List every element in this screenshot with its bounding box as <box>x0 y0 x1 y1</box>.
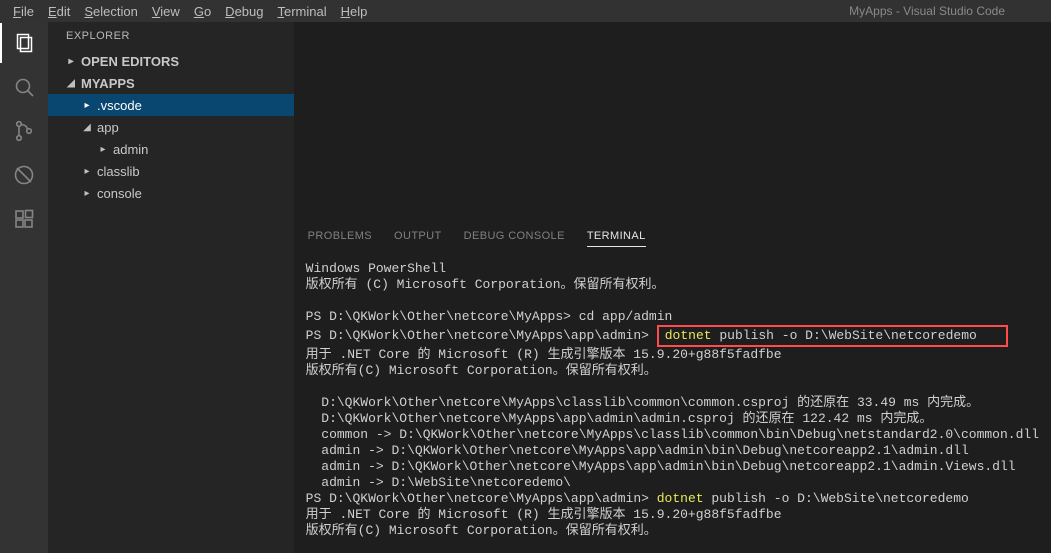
terminal-line: D:\QKWork\Other\netcore\MyApps\app\admin… <box>306 411 933 426</box>
terminal-line: 版权所有(C) Microsoft Corporation。保留所有权利。 <box>306 363 657 378</box>
panel-tab-debug-console[interactable]: DEBUG CONSOLE <box>464 230 565 247</box>
terminal-line: Windows PowerShell <box>306 261 446 276</box>
menu-terminal[interactable]: Terminal <box>270 2 333 21</box>
panel-tab-output[interactable]: OUTPUT <box>394 230 442 247</box>
tree-item-label: MYAPPS <box>81 76 135 91</box>
tree-item-label: classlib <box>97 164 140 179</box>
terminal-line: admin -> D:\QKWork\Other\netcore\MyApps\… <box>306 459 1016 474</box>
panel: PROBLEMS OUTPUT DEBUG CONSOLE TERMINAL Wind… <box>294 223 1051 553</box>
menu-selection[interactable]: Selection <box>77 2 144 21</box>
menu-file[interactable]: File <box>6 2 41 21</box>
ps-prompt: PS D:\QKWork\Other\netcore\MyApps\app\ad… <box>306 328 649 343</box>
activitybar <box>0 22 48 553</box>
sidebar-title: EXPLORER <box>48 22 294 50</box>
explorer-icon[interactable] <box>11 30 37 56</box>
ps-prompt: PS D:\QKWork\Other\netcore\MyApps\app\ad… <box>306 491 649 506</box>
terminal-line: 用于 .NET Core 的 Microsoft (R) 生成引擎版本 15.9… <box>306 347 782 362</box>
terminal-line: admin -> D:\WebSite\netcoredemo\ <box>306 475 571 490</box>
cmd-exe: dotnet <box>657 491 704 506</box>
terminal-cmd: cd app/admin <box>571 309 672 324</box>
chevron-right-icon: ▸ <box>82 166 92 177</box>
tree-item-label: app <box>97 120 119 135</box>
sidebar: EXPLORER ▸ OPEN EDITORS ◢ MYAPPS ▸ .vscode ◢ ap… <box>48 22 294 553</box>
menubar: FileEditSelectionViewGoDebugTerminalHelp <box>6 2 374 21</box>
search-icon[interactable] <box>11 74 37 100</box>
tree-item-admin[interactable]: ▸ admin <box>48 138 294 160</box>
chevron-right-icon: ▸ <box>66 56 76 67</box>
explorer-tree: ▸ OPEN EDITORS ◢ MYAPPS ▸ .vscode ◢ app ▸ admin ▸ c… <box>48 50 294 204</box>
tree-item-open editors[interactable]: ▸ OPEN EDITORS <box>48 50 294 72</box>
terminal-line: 版权所有(C) Microsoft Corporation。保留所有权利。 <box>306 523 657 538</box>
terminal-line: 版权所有 (C) Microsoft Corporation。保留所有权利。 <box>306 277 665 292</box>
panel-tab-problems[interactable]: PROBLEMS <box>308 230 372 247</box>
highlighted-command: dotnet publish -o D:\WebSite\netcoredemo <box>657 325 1008 347</box>
editor-empty <box>294 22 1051 223</box>
menu-debug[interactable]: Debug <box>218 2 270 21</box>
terminal-line: 用于 .NET Core 的 Microsoft (R) 生成引擎版本 15.9… <box>306 507 782 522</box>
chevron-right-icon: ▸ <box>82 188 92 199</box>
tree-item-label: OPEN EDITORS <box>81 54 179 69</box>
terminal-line: admin -> D:\QKWork\Other\netcore\MyApps\… <box>306 443 969 458</box>
menu-go[interactable]: Go <box>187 2 218 21</box>
scm-icon[interactable] <box>11 118 37 144</box>
tree-item-vscode[interactable]: ▸ .vscode <box>48 94 294 116</box>
extensions-icon[interactable] <box>11 206 37 232</box>
chevron-right-icon: ▸ <box>98 144 108 155</box>
chevron-down-icon: ◢ <box>82 122 92 133</box>
cmd-args: publish -o D:\WebSite\netcoredemo <box>712 328 977 343</box>
cmd-args: publish -o D:\WebSite\netcoredemo <box>704 491 969 506</box>
menu-help[interactable]: Help <box>334 2 375 21</box>
tree-item-label: .vscode <box>97 98 142 113</box>
panel-tab-terminal[interactable]: TERMINAL <box>587 230 646 247</box>
debug-icon[interactable] <box>11 162 37 188</box>
menu-edit[interactable]: Edit <box>41 2 77 21</box>
tree-item-classlib[interactable]: ▸ classlib <box>48 160 294 182</box>
menu-view[interactable]: View <box>145 2 187 21</box>
tree-item-console[interactable]: ▸ console <box>48 182 294 204</box>
tree-item-label: admin <box>113 142 148 157</box>
editor-area: PROBLEMS OUTPUT DEBUG CONSOLE TERMINAL Wind… <box>294 22 1051 553</box>
panel-tabs: PROBLEMS OUTPUT DEBUG CONSOLE TERMINAL <box>294 224 1051 253</box>
titlebar: FileEditSelectionViewGoDebugTerminalHelp… <box>0 0 1051 22</box>
ps-prompt: PS D:\QKWork\Other\netcore\MyApps> <box>306 309 571 324</box>
window-title: MyApps - Visual Studio Code <box>849 4 1045 18</box>
chevron-down-icon: ◢ <box>66 78 76 89</box>
chevron-right-icon: ▸ <box>82 100 92 111</box>
terminal-line: D:\QKWork\Other\netcore\MyApps\classlib\… <box>306 395 980 410</box>
terminal[interactable]: Windows PowerShell 版权所有 (C) Microsoft Co… <box>294 253 1051 553</box>
terminal-line: common -> D:\QKWork\Other\netcore\MyApps… <box>306 427 1039 442</box>
tree-item-label: console <box>97 186 142 201</box>
tree-item-app[interactable]: ◢ app <box>48 116 294 138</box>
tree-item-myapps[interactable]: ◢ MYAPPS <box>48 72 294 94</box>
cmd-exe: dotnet <box>665 328 712 343</box>
